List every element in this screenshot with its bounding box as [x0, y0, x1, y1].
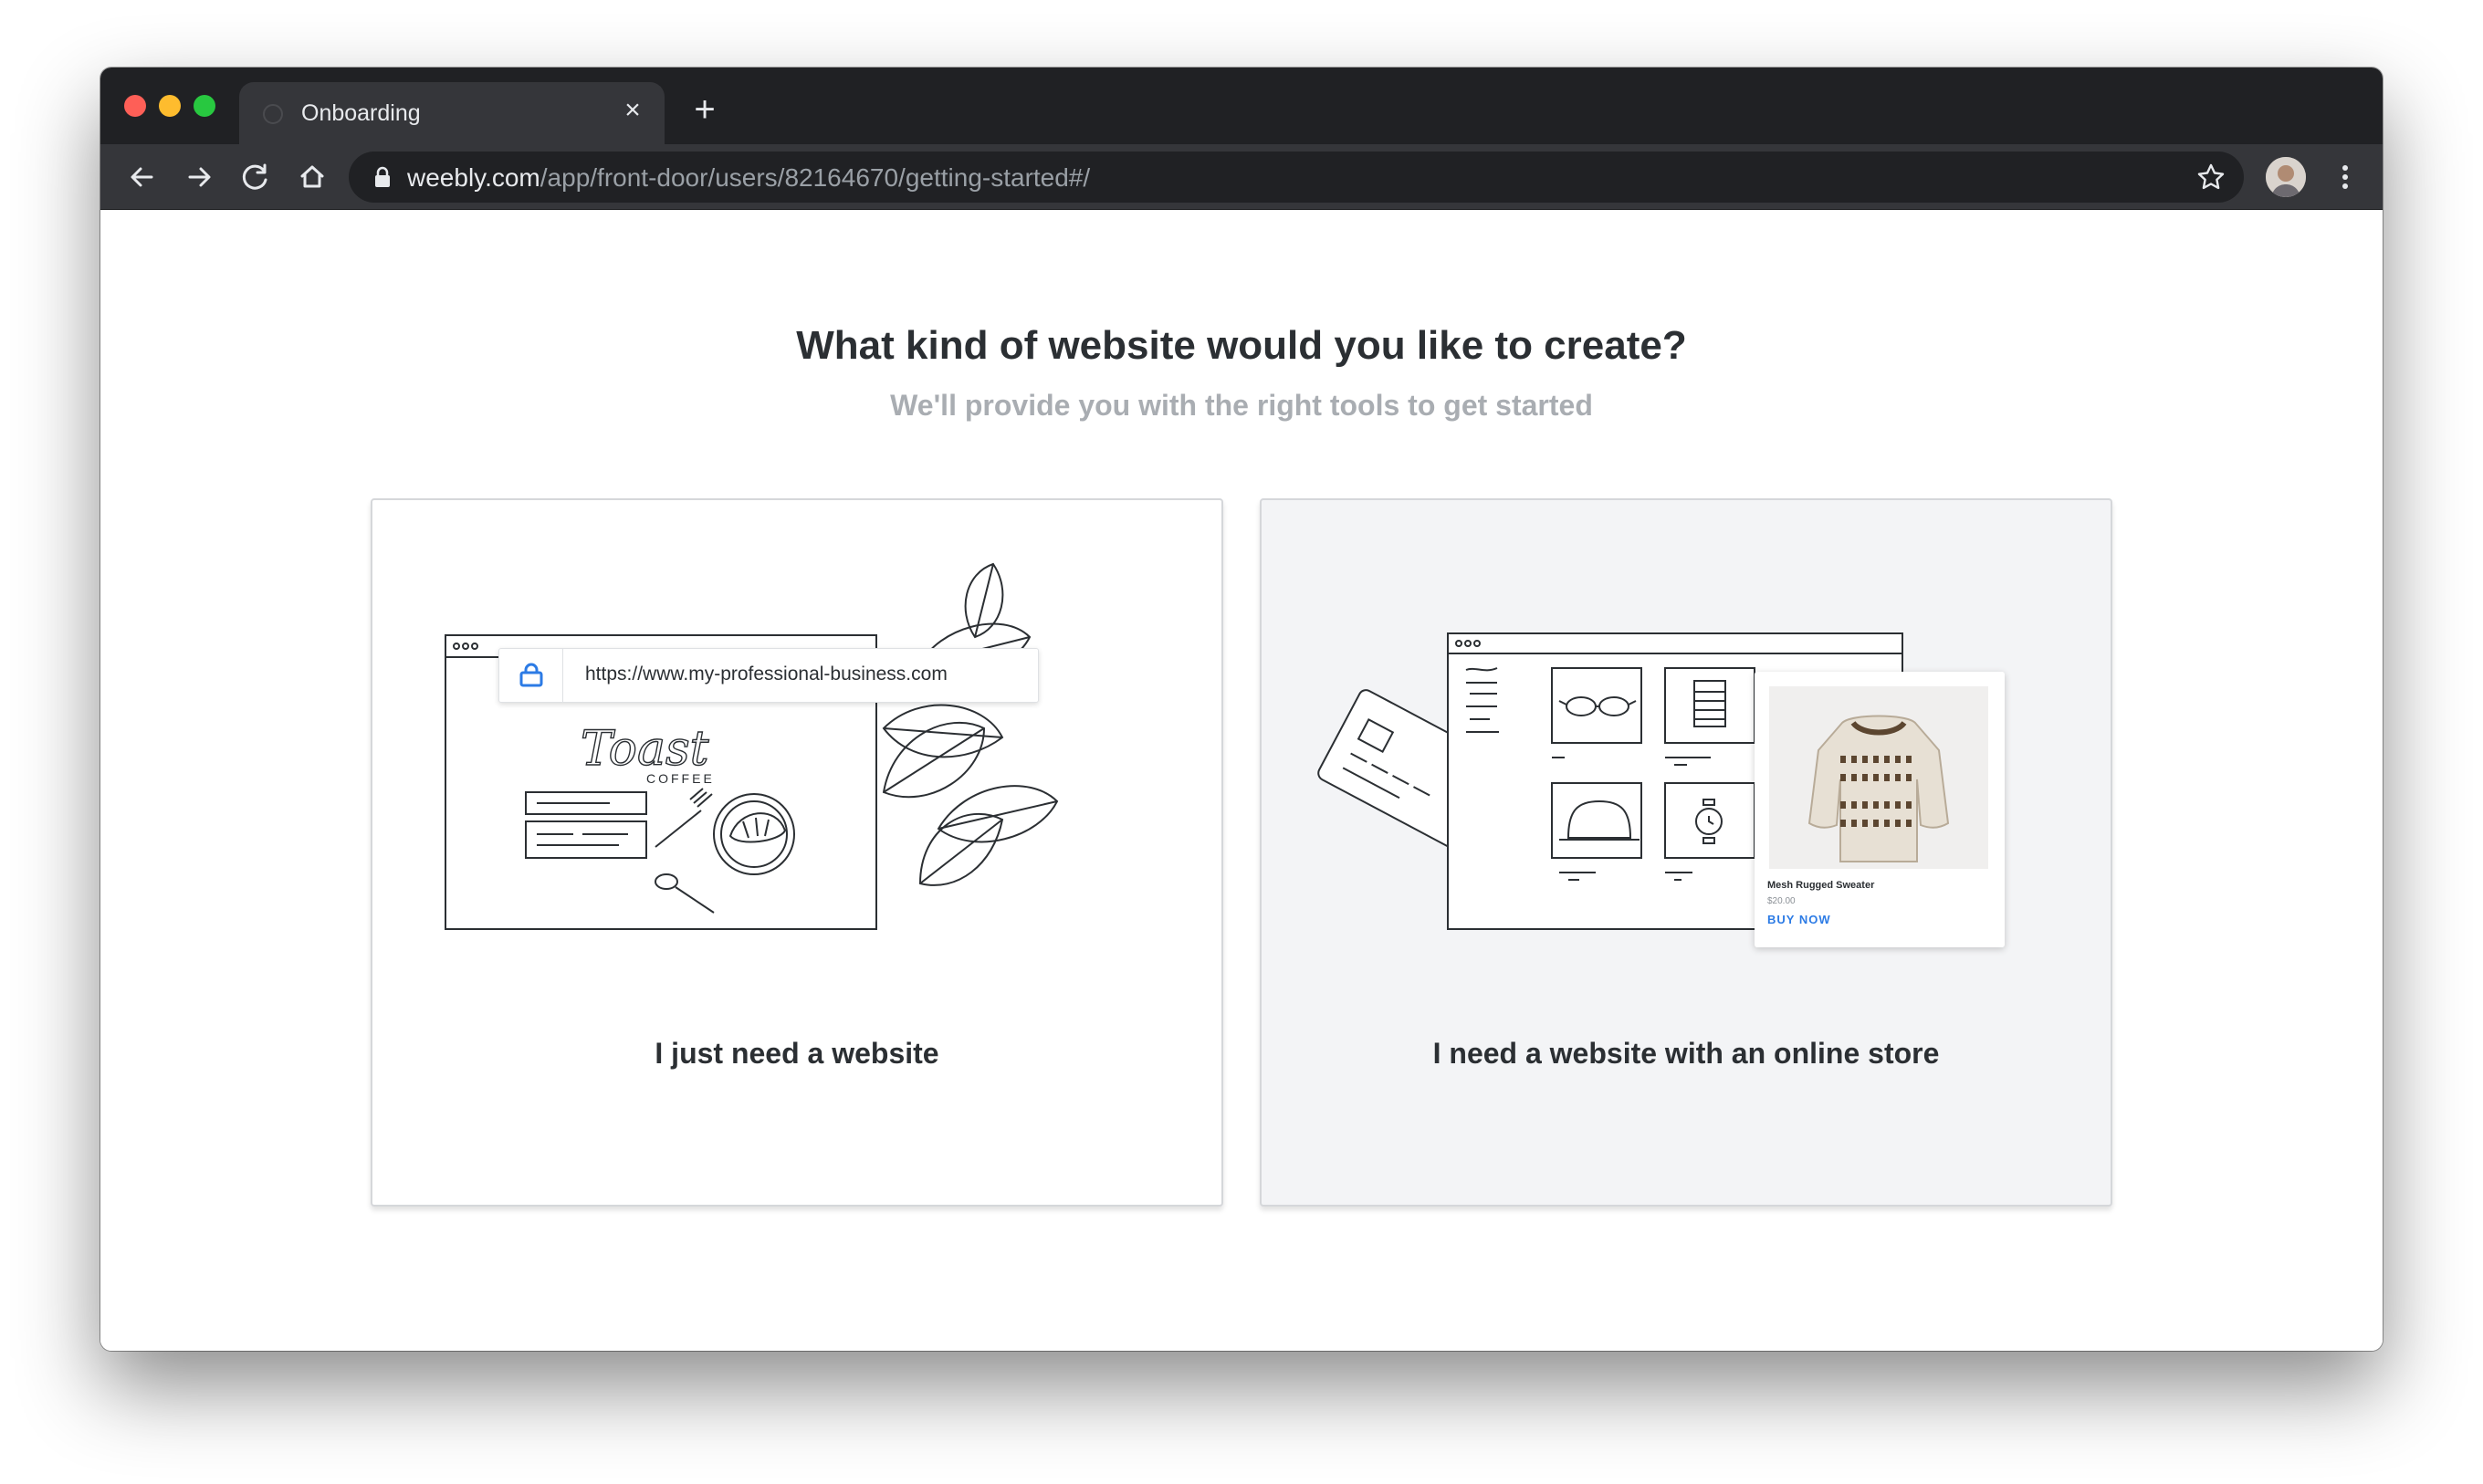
browser-toolbar: weebly.com/app/front-door/users/82164670… — [100, 144, 2383, 210]
new-tab-button[interactable]: + — [686, 91, 723, 128]
favicon-icon — [263, 104, 283, 124]
page-content: What kind of website would you like to c… — [100, 210, 2383, 1351]
reload-button[interactable] — [236, 157, 276, 197]
minimize-window-button[interactable] — [159, 95, 181, 117]
kebab-menu-icon[interactable] — [2331, 157, 2359, 197]
address-bar[interactable]: weebly.com/app/front-door/users/82164670… — [349, 152, 2244, 203]
pill-lock-box — [499, 649, 563, 702]
browser-window: Onboarding × + weebly.com/app/front-door… — [100, 68, 2383, 1351]
lock-icon — [519, 663, 543, 687]
url-path: /app/front-door/users/82164670/getting-s… — [540, 163, 1091, 192]
url-text: weebly.com/app/front-door/users/82164670… — [407, 163, 1090, 193]
tab-title: Onboarding — [301, 100, 421, 126]
illustration-url-pill: https://www.my-professional-business.com — [498, 648, 1039, 703]
option-website-label: I just need a website — [655, 1037, 939, 1070]
reload-icon — [242, 163, 267, 190]
option-website-card[interactable]: Toast COFFEE https://www.my-professional… — [371, 498, 1223, 1207]
back-button[interactable] — [122, 157, 162, 197]
tab-onboarding[interactable]: Onboarding × — [239, 82, 665, 144]
lock-icon — [375, 166, 390, 187]
page-title: What kind of website would you like to c… — [796, 323, 1687, 368]
page-subtitle: We'll provide you with the right tools t… — [890, 389, 1593, 422]
avatar-photo-icon — [2266, 157, 2306, 197]
url-host: weebly.com — [407, 163, 540, 192]
toast-logo-sub: COFFEE — [646, 771, 715, 786]
product-image — [1769, 686, 1988, 869]
website-illustration: Toast COFFEE — [445, 562, 1059, 930]
product-price: $20.00 — [1767, 896, 1796, 906]
tab-close-button[interactable]: × — [617, 95, 648, 126]
product-card: Mesh Rugged Sweater $20.00 BUY NOW — [1755, 672, 2005, 947]
buy-now-link: BUY NOW — [1767, 913, 1831, 926]
arrow-right-icon — [188, 167, 211, 187]
arrow-left-icon — [131, 167, 153, 187]
forward-button[interactable] — [179, 157, 219, 197]
tab-strip: Onboarding × + — [100, 68, 2383, 144]
profile-avatar[interactable] — [2266, 157, 2306, 197]
home-icon — [300, 165, 324, 188]
option-store-card[interactable]: Mesh Rugged Sweater $20.00 BUY NOW I nee… — [1260, 498, 2112, 1207]
sweater-icon — [1807, 715, 1950, 862]
star-icon[interactable] — [2195, 161, 2227, 193]
illustration-url-text: https://www.my-professional-business.com — [585, 664, 948, 685]
option-store-label: I need a website with an online store — [1432, 1037, 1940, 1070]
toast-logo-text: Toast — [581, 722, 709, 777]
maximize-window-button[interactable] — [194, 95, 215, 117]
home-button[interactable] — [292, 157, 332, 197]
product-name: Mesh Rugged Sweater — [1767, 880, 1875, 891]
close-window-button[interactable] — [124, 95, 146, 117]
